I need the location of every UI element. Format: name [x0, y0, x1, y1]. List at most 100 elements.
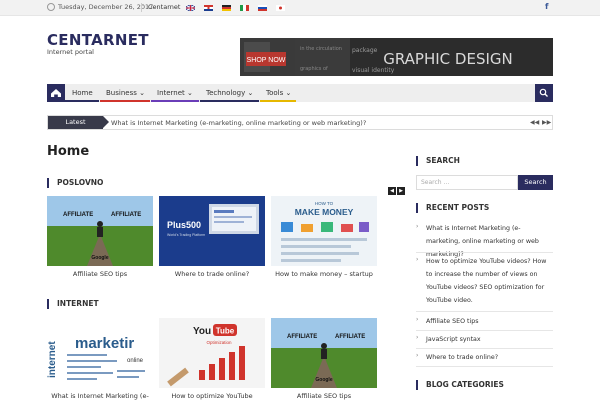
- art-text: Google: [91, 255, 108, 261]
- svg-text:package: package: [352, 47, 378, 54]
- news-ticker: Latest What is Internet Marketing (e-mar…: [47, 115, 553, 130]
- art-text: AFFILIATE: [335, 334, 365, 340]
- site-logo[interactable]: CENTARNET: [47, 31, 149, 49]
- nav-item-internet[interactable]: Internet ⌄: [157, 89, 193, 97]
- flag-en-icon[interactable]: [186, 5, 195, 11]
- section-header-internet: INTERNET: [47, 298, 401, 310]
- recent-post-item[interactable]: › How to optimize YouTube videos? How to…: [416, 255, 553, 311]
- nav-search-button[interactable]: [535, 84, 553, 102]
- double-chevron-right-icon: ▶▶: [542, 119, 552, 126]
- svg-text:graphics of: graphics of: [300, 66, 328, 72]
- recent-post-link[interactable]: JavaScript syntax: [426, 333, 553, 346]
- facebook-icon[interactable]: f: [545, 2, 548, 11]
- post-title[interactable]: How to optimize YouTube: [159, 392, 265, 400]
- section-accent: [416, 203, 418, 213]
- post-title[interactable]: How to make money – startup: [271, 270, 377, 278]
- post-card[interactable]: HOW TO MAKE MONEY How to make money – st…: [271, 196, 377, 278]
- ticker-headline[interactable]: What is Internet Marketing (e-marketing,…: [111, 119, 366, 127]
- current-date: Tuesday, December 26, 2017: [58, 3, 154, 11]
- art-text: Optimization: [206, 340, 232, 345]
- art-text: marketir: [75, 335, 134, 352]
- carousel-prev-button[interactable]: ◀: [388, 187, 396, 195]
- post-title[interactable]: Where to trade online?: [159, 270, 265, 278]
- ticker-arrow: [103, 116, 109, 128]
- post-card[interactable]: You Tube Optimization How to optimize Yo…: [159, 318, 265, 400]
- nav-label: Business: [106, 89, 137, 97]
- clock-icon: [47, 3, 55, 11]
- page-title: Home: [47, 144, 90, 159]
- art-text: AFFILIATE: [287, 334, 317, 340]
- recent-post-link[interactable]: Where to trade online?: [426, 351, 553, 364]
- ticker-next-button[interactable]: ▶▶: [542, 118, 551, 127]
- site-link[interactable]: Centarnet: [148, 3, 180, 11]
- chevron-right-icon: ›: [416, 223, 419, 230]
- flag-it-icon[interactable]: [240, 5, 249, 11]
- art-text: World's Trading Platform: [167, 233, 205, 237]
- divider: [416, 330, 553, 331]
- top-bar: Tuesday, December 26, 2017 Centarnet f: [0, 0, 600, 16]
- nav-item-business[interactable]: Business ⌄: [106, 89, 145, 97]
- chevron-right-icon: ›: [416, 316, 419, 323]
- post-title[interactable]: What is Internet Marketing (e-: [47, 392, 153, 400]
- post-thumbnail[interactable]: Plus500 World's Trading Platform: [159, 196, 265, 266]
- post-card[interactable]: AFFILIATE AFFILIATE Google Affiliate SEO…: [47, 196, 153, 278]
- nav-underline-business: [100, 100, 150, 102]
- recent-post-item[interactable]: › What is Internet Marketing (e-marketin…: [416, 222, 553, 258]
- section-accent: [416, 156, 418, 166]
- carousel-next-button[interactable]: ▶: [397, 187, 405, 195]
- search-button[interactable]: Search: [518, 175, 553, 190]
- home-button[interactable]: [47, 84, 65, 102]
- flag-hr-icon[interactable]: [204, 5, 213, 11]
- post-card[interactable]: AFFILIATE AFFILIATE Google Affiliate SEO…: [271, 318, 377, 400]
- art-text: AFFILIATE: [111, 212, 141, 218]
- divider: [416, 366, 553, 367]
- divider: [416, 311, 553, 312]
- nav-underline-technology: [200, 100, 259, 102]
- search-input[interactable]: Search ...: [416, 175, 518, 190]
- art-text: HOW TO: [315, 201, 334, 206]
- header-banner-ad[interactable]: SHOP NOW in the circulation graphics of …: [240, 38, 553, 76]
- sidebar-recent-heading: RECENT POSTS: [416, 202, 553, 214]
- main-navigation: Home Business ⌄ Internet ⌄ Technology ⌄ …: [47, 84, 553, 102]
- double-chevron-left-icon: ◀◀: [530, 119, 540, 126]
- post-thumbnail[interactable]: AFFILIATE AFFILIATE Google: [271, 318, 377, 388]
- chevron-right-icon: ›: [416, 334, 419, 341]
- section-accent: [47, 299, 49, 309]
- section-accent: [416, 380, 418, 390]
- flag-de-icon[interactable]: [222, 5, 231, 11]
- nav-item-tools[interactable]: Tools ⌄: [266, 89, 291, 97]
- section-accent: [47, 178, 49, 188]
- section-header-poslovno: POSLOVNO ◀ ▶: [47, 177, 405, 195]
- chevron-right-icon: ›: [416, 256, 419, 263]
- post-thumbnail[interactable]: AFFILIATE AFFILIATE Google: [47, 196, 153, 266]
- flag-ru-icon[interactable]: [258, 5, 267, 11]
- section-carousel-controls: ◀ ▶: [387, 177, 405, 196]
- banner-headline: GRAPHIC DESIGN: [383, 50, 513, 68]
- post-title[interactable]: Affiliate SEO tips: [271, 392, 377, 400]
- nav-label: Technology: [206, 89, 246, 97]
- art-text: You: [193, 326, 211, 337]
- post-thumbnail[interactable]: internet marketir online: [47, 318, 153, 388]
- sidebar-search-heading: SEARCH: [416, 155, 553, 167]
- ticker-prev-button[interactable]: ◀◀: [530, 118, 539, 127]
- nav-item-home[interactable]: Home: [72, 89, 93, 97]
- post-card[interactable]: internet marketir online What is Interne…: [47, 318, 153, 400]
- recent-post-item[interactable]: › Affiliate SEO tips: [416, 315, 553, 328]
- recent-post-link[interactable]: How to optimize YouTube videos? How to i…: [426, 255, 553, 307]
- section-title: POSLOVNO: [57, 178, 110, 187]
- recent-post-item[interactable]: › JavaScript syntax: [416, 333, 553, 346]
- post-thumbnail[interactable]: You Tube Optimization: [159, 318, 265, 388]
- nav-item-technology[interactable]: Technology ⌄: [206, 89, 253, 97]
- post-thumbnail[interactable]: HOW TO MAKE MONEY: [271, 196, 377, 266]
- widget-title: BLOG CATEGORIES: [426, 380, 510, 389]
- flag-jp-icon[interactable]: [276, 5, 285, 11]
- recent-post-item[interactable]: › Where to trade online?: [416, 351, 553, 364]
- chevron-down-icon: ⌄: [247, 89, 254, 97]
- home-icon: [51, 89, 61, 97]
- nav-underline-internet: [151, 100, 199, 102]
- recent-post-link[interactable]: Affiliate SEO tips: [426, 315, 553, 328]
- post-card[interactable]: Plus500 World's Trading Platform Where t…: [159, 196, 265, 278]
- post-title[interactable]: Affiliate SEO tips: [47, 270, 153, 278]
- divider: [416, 348, 553, 349]
- site-tagline: Internet portal: [47, 48, 94, 56]
